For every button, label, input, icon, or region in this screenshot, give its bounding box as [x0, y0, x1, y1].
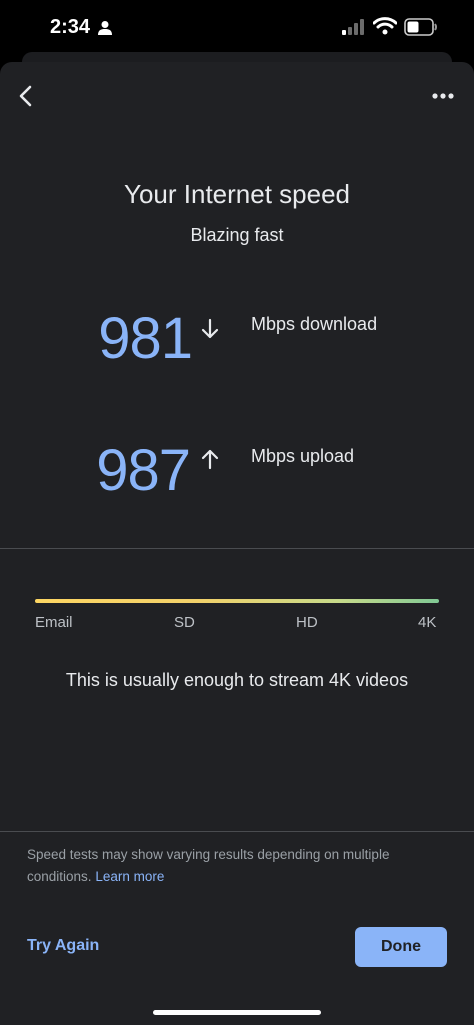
quality-scale-bar — [35, 599, 439, 603]
wifi-icon — [373, 17, 397, 35]
arrow-down-icon — [201, 318, 219, 339]
download-label: Mbps download — [251, 314, 378, 334]
more-options-icon[interactable] — [428, 86, 458, 106]
status-bar: 2:34 — [0, 0, 474, 56]
person-icon — [98, 21, 112, 35]
upload-label: Mbps upload — [251, 446, 355, 466]
home-indicator[interactable] — [153, 1010, 321, 1015]
back-chevron-icon[interactable] — [12, 82, 40, 110]
learn-more-link[interactable]: Learn more — [95, 869, 164, 884]
arrow-up-icon — [201, 449, 219, 470]
scale-tick-hd: HD — [296, 614, 318, 631]
scale-tick-sd: SD — [174, 614, 195, 631]
try-again-button[interactable]: Try Again — [27, 937, 99, 955]
disclaimer-text: Speed tests may show varying results dep… — [27, 844, 447, 888]
divider — [0, 548, 474, 549]
download-speed-value: 981 — [98, 306, 193, 371]
quality-description: This is usually enough to stream 4K vide… — [65, 670, 409, 690]
done-button[interactable]: Done — [355, 927, 447, 967]
cellular-signal-icon — [342, 19, 364, 35]
page-title: Your Internet speed — [124, 179, 350, 209]
status-time: 2:34 — [50, 16, 91, 38]
disclaimer-body: Speed tests may show varying results dep… — [27, 847, 390, 884]
divider — [0, 831, 474, 832]
upload-speed-value: 987 — [96, 438, 191, 503]
speed-rating: Blazing fast — [190, 225, 284, 245]
battery-icon — [404, 18, 437, 36]
speed-test-sheet: Your Internet speed Blazing fast 981 Mbp… — [0, 62, 474, 1025]
scale-tick-4k: 4K — [418, 614, 437, 631]
scale-tick-email: Email — [35, 614, 73, 631]
